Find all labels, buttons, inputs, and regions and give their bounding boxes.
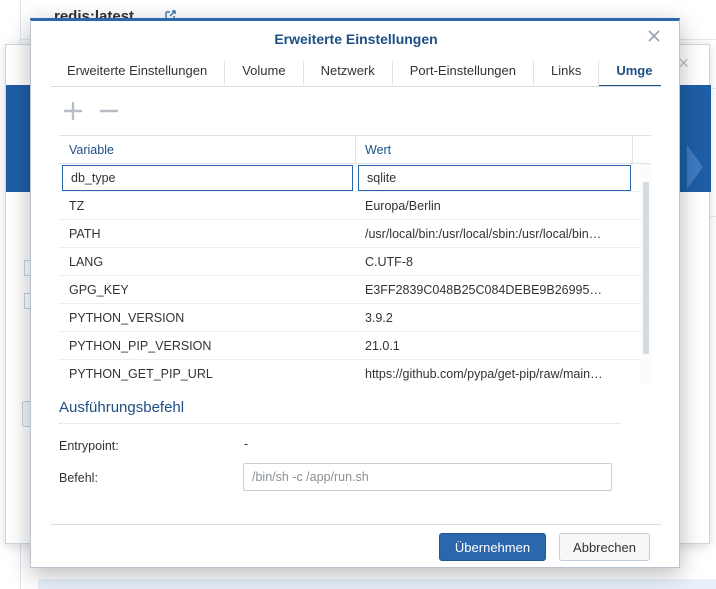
command-label: Befehl: (59, 471, 98, 485)
variable-name-input[interactable] (62, 165, 353, 191)
cancel-button[interactable]: Abbrechen (559, 533, 650, 561)
tab-erweiterte-einstellungen[interactable]: Erweiterte Einstellungen (51, 61, 226, 85)
env-variables-table: Variable Wert TZ Europa/Berlin PATH /usr… (59, 135, 651, 385)
entrypoint-value: - (244, 437, 249, 451)
table-scrollbar-thumb[interactable] (643, 182, 649, 354)
tab-port-einstellungen[interactable]: Port-Einstellungen (393, 61, 534, 85)
column-header-variable[interactable]: Variable (69, 143, 114, 157)
cell-variable: PYTHON_GET_PIP_URL (69, 367, 213, 381)
table-row[interactable]: GPG_KEY E3FF2839C048B25C084DEBE9B26995E3… (59, 276, 641, 304)
variable-value-input[interactable] (358, 165, 631, 191)
column-header-value[interactable]: Wert (365, 143, 391, 157)
cell-value: https://github.com/pypa/get-pip/raw/main… (365, 367, 603, 381)
tab-umgebung[interactable]: Umge (599, 61, 661, 86)
command-input[interactable] (243, 463, 612, 491)
cell-value: 21.0.1 (365, 339, 400, 353)
remove-icon[interactable] (97, 99, 121, 123)
cell-variable: GPG_KEY (69, 283, 129, 297)
tab-netzwerk[interactable]: Netzwerk (304, 61, 393, 85)
table-body: TZ Europa/Berlin PATH /usr/local/bin:/us… (59, 164, 641, 385)
cell-variable: PYTHON_PIP_VERSION (69, 339, 212, 353)
table-row[interactable]: PYTHON_GET_PIP_URL https://github.com/py… (59, 360, 641, 385)
cell-value: Europa/Berlin (365, 199, 441, 213)
background-close-icon: × (678, 53, 689, 73)
cell-variable: PATH (69, 227, 101, 241)
table-row-editing[interactable] (59, 164, 641, 192)
tab-bar: Erweiterte Einstellungen Volume Netzwerk… (51, 57, 661, 87)
table-row[interactable]: PYTHON_VERSION 3.9.2 (59, 304, 641, 332)
cell-variable: PYTHON_VERSION (69, 311, 185, 325)
cell-value: E3FF2839C048B25C084DEBE9B26995E310250568 (365, 283, 603, 297)
background-selection-strip (38, 579, 716, 589)
close-icon[interactable] (645, 27, 663, 45)
table-row[interactable]: PYTHON_PIP_VERSION 21.0.1 (59, 332, 641, 360)
cell-variable: TZ (69, 199, 85, 213)
background-arrow-icon (687, 145, 703, 189)
advanced-settings-dialog: Erweiterte Einstellungen Erweiterte Eins… (30, 18, 680, 568)
apply-button[interactable]: Übernehmen (439, 533, 546, 561)
cell-value: C.UTF-8 (365, 255, 413, 269)
tab-volume[interactable]: Volume (225, 61, 304, 85)
add-icon[interactable] (61, 99, 85, 123)
cell-variable: LANG (69, 255, 104, 269)
table-header: Variable Wert (59, 136, 651, 164)
cell-value: /usr/local/bin:/usr/local/sbin:/usr/loca… (365, 227, 603, 241)
table-row[interactable]: TZ Europa/Berlin (59, 192, 641, 220)
exec-section-title: Ausführungsbefehl (59, 399, 185, 416)
dialog-title: Erweiterte Einstellungen (274, 31, 438, 47)
table-row[interactable]: PATH /usr/local/bin:/usr/local/sbin:/usr… (59, 220, 641, 248)
cell-value: 3.9.2 (365, 311, 393, 325)
entrypoint-label: Entrypoint: (59, 439, 119, 453)
tab-links[interactable]: Links (534, 61, 600, 85)
table-row[interactable]: LANG C.UTF-8 (59, 248, 641, 276)
